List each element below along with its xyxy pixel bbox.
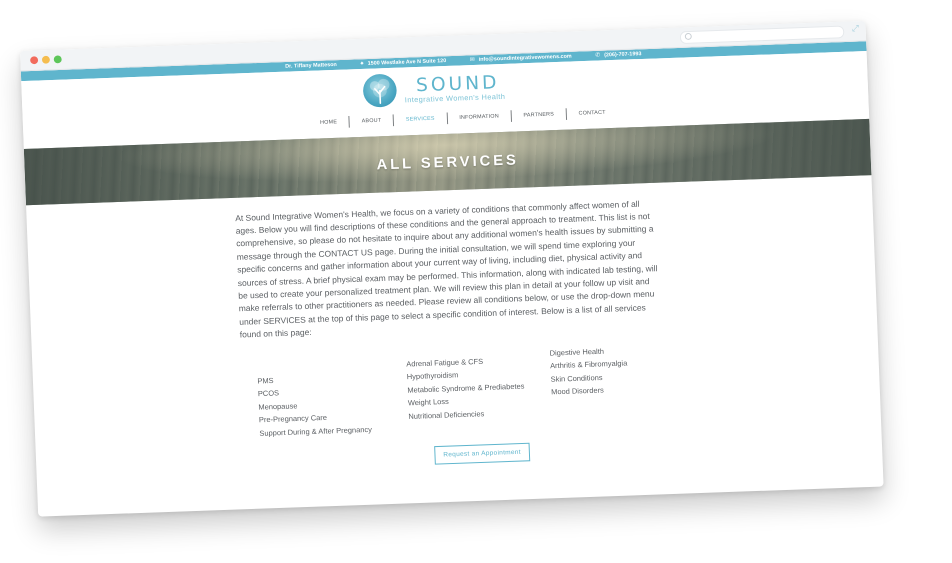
services-column-2: Adrenal Fatigue & CFS Hypothyroidism Met…	[406, 353, 526, 423]
nav-home[interactable]: HOME	[308, 119, 349, 126]
phone-icon: ✆	[595, 51, 601, 59]
doctor-name: Dr. Tiffany Matteson	[285, 62, 337, 70]
nav-information[interactable]: INFORMATION	[447, 113, 510, 121]
doctor-name-text: Dr. Tiffany Matteson	[285, 62, 337, 70]
phone-text: (206)-707-1993	[604, 51, 642, 59]
nav-partners[interactable]: PARTNERS	[512, 111, 566, 119]
search-icon	[684, 32, 692, 40]
expand-icon[interactable]: ⤢	[852, 24, 860, 34]
phone-item[interactable]: ✆ (206)-707-1993	[595, 51, 641, 58]
browser-window: ⤢ Dr. Tiffany Matteson ⌖ 1500 Westlake A…	[20, 20, 884, 517]
request-appointment-button[interactable]: Request an Appointment	[434, 442, 531, 465]
services-column-3: Digestive Health Arthritis & Fibromyalgi…	[549, 344, 628, 399]
service-item[interactable]: Mood Disorders	[551, 383, 629, 399]
mail-icon: ✉	[469, 56, 475, 64]
nav-contact[interactable]: CONTACT	[567, 109, 618, 117]
logo-text: SOUND Integrative Women's Health	[404, 71, 506, 103]
screenshot-stage: ⤢ Dr. Tiffany Matteson ⌖ 1500 Westlake A…	[0, 0, 952, 563]
nav-about[interactable]: ABOUT	[350, 117, 393, 125]
intro-paragraph: At Sound Integrative Women's Health, we …	[235, 198, 658, 340]
close-window-button[interactable]	[30, 56, 39, 65]
cta-wrapper: Request an Appointment	[434, 428, 882, 465]
services-column-1: PMS PCOS Menopause Pre-Pregnancy Care Su…	[257, 370, 372, 439]
main-nav: HOME ABOUT SERVICES INFORMATION PARTNERS…	[308, 106, 618, 129]
main-content: At Sound Integrative Women's Health, we …	[26, 175, 882, 478]
services-list: PMS PCOS Menopause Pre-Pregnancy Care Su…	[257, 341, 881, 441]
location-pin-icon: ⌖	[360, 60, 364, 68]
address-bar[interactable]	[679, 25, 845, 45]
service-item[interactable]: Arthritis & Fibromyalgia	[550, 357, 628, 373]
tree-icon	[369, 78, 390, 105]
page-title: ALL SERVICES	[376, 151, 520, 173]
minimize-window-button[interactable]	[41, 55, 51, 64]
tree-logo-icon	[362, 73, 398, 108]
nav-services[interactable]: SERVICES	[394, 115, 447, 123]
site-logo[interactable]: SOUND Integrative Women's Health	[362, 70, 506, 108]
maximize-window-button[interactable]	[53, 55, 62, 64]
